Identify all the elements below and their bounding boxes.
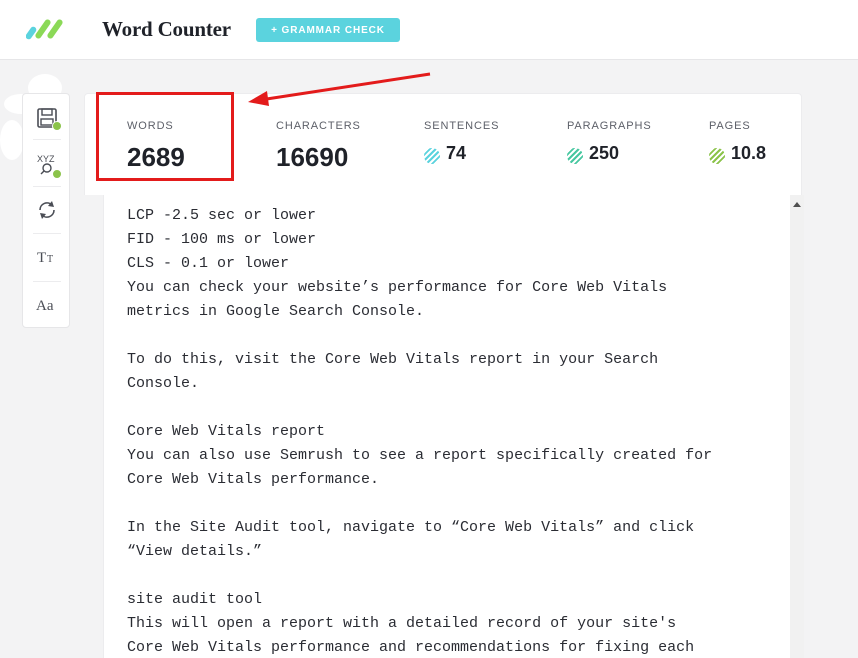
divider xyxy=(33,281,61,282)
editor-line: FID - 100 ms or lower xyxy=(127,231,317,248)
save-button[interactable] xyxy=(30,100,64,136)
svg-text:XYZ: XYZ xyxy=(37,154,55,164)
paragraphs-value: 250 xyxy=(589,143,620,163)
paragraphs-label: PARAGRAPHS xyxy=(567,120,652,132)
characters-label: CHARACTERS xyxy=(276,120,361,132)
word-counter-logo-icon[interactable] xyxy=(26,16,66,42)
svg-text:T: T xyxy=(37,250,46,266)
editor-line: Core Web Vitals report xyxy=(127,423,326,440)
text-case-icon: T T xyxy=(37,250,53,266)
characters-stat: CHARACTERS 16690 xyxy=(276,120,361,173)
editor-line: This will open a report with a detailed … xyxy=(127,615,677,632)
app-header: Word Counter + GRAMMAR CHECK xyxy=(0,0,858,60)
striped-circle-icon xyxy=(424,147,440,164)
editor-line: CLS - 0.1 or lower xyxy=(127,255,290,272)
sentences-label: SENTENCES xyxy=(424,120,500,132)
editor-content[interactable]: LCP -2.5 sec or lower FID - 100 ms or low… xyxy=(127,204,787,658)
divider xyxy=(33,186,61,187)
editor-scrollbar[interactable] xyxy=(790,195,804,658)
svg-text:T: T xyxy=(47,254,53,265)
sentences-value-row: 74 xyxy=(424,143,499,164)
grammar-check-button[interactable]: + GRAMMAR CHECK xyxy=(256,18,400,42)
editor-line: “View details.” xyxy=(127,543,263,560)
pages-stat: PAGES 10.8 xyxy=(709,120,766,164)
words-highlight-box xyxy=(96,92,234,181)
spellcheck-button[interactable]: XYZ xyxy=(30,146,64,182)
refresh-icon xyxy=(39,201,55,219)
cloud-decoration xyxy=(0,120,24,160)
editor-line: You can check your website’s performance… xyxy=(127,279,668,296)
striped-circle-icon xyxy=(567,147,583,164)
editor-line: site audit tool xyxy=(127,591,263,608)
annotation-arrow xyxy=(248,72,431,106)
editor-line: Core Web Vitals performance and recommen… xyxy=(127,639,695,656)
text-editor[interactable]: LCP -2.5 sec or lower FID - 100 ms or low… xyxy=(103,195,790,658)
check-badge-icon xyxy=(52,169,62,179)
paragraphs-stat: PARAGRAPHS 250 xyxy=(567,120,652,164)
editor-line: In the Site Audit tool, navigate to “Cor… xyxy=(127,519,695,536)
pages-value: 10.8 xyxy=(731,143,767,163)
editor-line: Console. xyxy=(127,375,200,392)
divider xyxy=(33,139,61,140)
app-title: Word Counter xyxy=(102,17,231,41)
paragraphs-value-row: 250 xyxy=(567,143,652,164)
check-badge-icon xyxy=(52,121,62,131)
divider xyxy=(33,233,61,234)
refresh-button[interactable] xyxy=(30,192,64,228)
text-case-button[interactable]: T T xyxy=(30,239,64,275)
striped-circle-icon xyxy=(709,147,725,164)
scroll-up-arrow-icon[interactable] xyxy=(793,202,801,207)
pages-label: PAGES xyxy=(709,120,751,132)
pages-value-row: 10.8 xyxy=(709,143,766,164)
editor-line: You can also use Semrush to see a report… xyxy=(127,447,713,464)
editor-line: To do this, visit the Core Web Vitals re… xyxy=(127,351,659,368)
editor-line: metrics in Google Search Console. xyxy=(127,303,425,320)
characters-value: 16690 xyxy=(276,142,349,172)
editor-line: LCP -2.5 sec or lower xyxy=(127,207,317,224)
font-button[interactable]: Aa xyxy=(30,287,64,323)
sentences-stat: SENTENCES 74 xyxy=(424,120,499,164)
tool-sidebar: XYZ T T Aa xyxy=(22,93,70,328)
editor-line: Core Web Vitals performance. xyxy=(127,471,380,488)
font-icon: Aa xyxy=(36,298,54,314)
svg-text:Aa: Aa xyxy=(36,298,54,314)
sentences-value: 74 xyxy=(446,143,467,163)
